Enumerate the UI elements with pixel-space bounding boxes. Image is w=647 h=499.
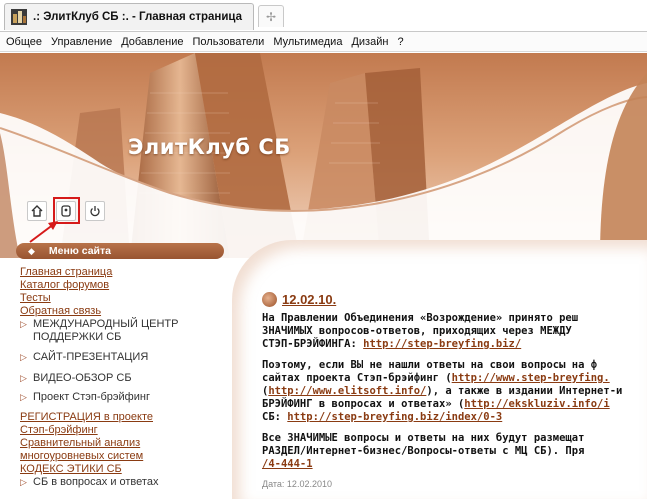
nav-link-feedback[interactable]: Обратная связь	[20, 305, 230, 318]
menu-help[interactable]: ?	[397, 36, 403, 48]
news-date-row: 12.02.10.	[262, 292, 647, 307]
tab-main[interactable]: .: ЭлитКлуб СБ :. - Главная страница	[4, 3, 254, 30]
menu-users[interactable]: Пользователи	[193, 36, 265, 48]
news-text: сайтах проекта Стэп-брэйфинг (	[262, 372, 452, 384]
nav-section-project[interactable]: ▷ Проект Стэп-брэйфинг	[20, 391, 230, 404]
menu-general[interactable]: Общее	[6, 36, 42, 48]
menu-multimedia[interactable]: Мультимедиа	[273, 36, 342, 48]
site-favicon-icon	[11, 9, 27, 25]
nav-link-home[interactable]: Главная страница	[20, 266, 230, 279]
news-text: Поэтому, если ВЫ не нашли ответы на свои…	[262, 359, 598, 371]
site-menu-label: Меню сайта	[48, 245, 111, 257]
news-paragraph-1: На Правлении Объединения «Возрождение» п…	[262, 312, 647, 351]
nav-link-tests[interactable]: Тесты	[20, 292, 230, 305]
news-link[interactable]: http://www.elitsoft.info/	[268, 385, 426, 397]
site-menu-header: ◆ Меню сайта	[16, 243, 224, 259]
logout-button[interactable]	[85, 201, 105, 221]
news-text: БРЭЙФИНГ в вопросах и ответах» (	[262, 398, 465, 410]
news-link[interactable]: /4-444-1	[262, 458, 313, 470]
menu-bar: Общее Управление Добавление Пользователи…	[0, 32, 647, 52]
nav-link-forums[interactable]: Каталог форумов	[20, 279, 230, 292]
triangle-right-icon: ▷	[20, 373, 27, 383]
news-text: ), а также в издании Интернет-и	[426, 385, 623, 397]
nav-link-comparison[interactable]: Сравнительный анализ	[20, 437, 230, 450]
tab-strip: .: ЭлитКлуб СБ :. - Главная страница ✢	[0, 0, 647, 32]
nav-section-presentation[interactable]: ▷ САЙТ-ПРЕЗЕНТАЦИЯ	[20, 351, 230, 364]
news-paragraph-2: Поэтому, если ВЫ не нашли ответы на свои…	[262, 359, 623, 423]
news-text: Все ЗНАЧИМЫЕ вопросы и ответы на них буд…	[262, 432, 585, 444]
power-icon	[90, 206, 100, 217]
site-nav: Главная страница Каталог форумов Тесты О…	[20, 266, 230, 489]
news-meta: Дата: 12.02.2010	[262, 479, 332, 489]
browser-window: .: ЭлитКлуб СБ :. - Главная страница ✢ О…	[0, 0, 647, 499]
nav-link-registration[interactable]: РЕГИСТРАЦИЯ в проекте	[20, 411, 230, 424]
menu-add[interactable]: Добавление	[121, 36, 183, 48]
news-link[interactable]: http://ekskluziv.info/i	[464, 398, 609, 410]
news-date-link[interactable]: 12.02.10.	[282, 292, 336, 307]
nav-link-step-briefing[interactable]: Стэп-брэйфинг	[20, 424, 230, 437]
nav-section-label: САЙТ-ПРЕЗЕНТАЦИЯ	[33, 351, 149, 363]
news-text: На Правлении Объединения «Возрождение» п…	[262, 312, 579, 324]
header-banner: ЭлитКлуб СБ	[0, 53, 647, 258]
menu-design[interactable]: Дизайн	[351, 36, 388, 48]
news-text: ЗНАЧИМЫХ вопросов-ответов, приходящих че…	[262, 325, 572, 337]
menu-manage[interactable]: Управление	[51, 36, 112, 48]
menu-bullet-icon: ◆	[28, 245, 35, 256]
nav-section-label: ПОДДЕРЖКИ СБ	[33, 331, 122, 343]
news-text: СБ:	[262, 411, 288, 423]
annotation-arrow-icon	[29, 221, 58, 243]
news-bullet-icon	[262, 292, 277, 307]
triangle-right-icon: ▷	[20, 477, 27, 487]
nav-section-label: ВИДЕО-ОБЗОР СБ	[33, 372, 132, 384]
nav-section-label: СБ в вопросах и ответах	[33, 476, 159, 488]
plus-icon: ✢	[265, 9, 277, 24]
triangle-right-icon: ▷	[20, 352, 27, 362]
triangle-right-icon: ▷	[20, 319, 27, 329]
nav-section-video[interactable]: ▷ ВИДЕО-ОБЗОР СБ	[20, 372, 230, 385]
nav-link-multilevel[interactable]: многоуровневых систем	[20, 450, 230, 463]
news-link[interactable]: http://step-breyfing.biz/index/0-3	[287, 411, 502, 423]
news-link[interactable]: http://step-breyfing.biz/	[363, 338, 521, 350]
tab-title: .: ЭлитКлуб СБ :. - Главная страница	[33, 11, 243, 23]
news-entry: 12.02.10. На Правлении Объединения «Возр…	[262, 292, 647, 489]
news-paragraph-3: Все ЗНАЧИМЫЕ вопросы и ответы на них буд…	[262, 432, 647, 471]
news-link[interactable]: http://www.step-breyfing.	[452, 372, 610, 384]
new-tab-button[interactable]: ✢	[258, 5, 284, 27]
nav-section-intl-center[interactable]: ▷ МЕЖДУНАРОДНЫЙ ЦЕНТР ПОДДЕРЖКИ СБ	[20, 318, 230, 344]
news-text: РАЗДЕЛ/Интернет-бизнес/Вопросы-ответы с …	[262, 445, 585, 457]
site-title: ЭлитКлуб СБ	[128, 135, 291, 159]
triangle-right-icon: ▷	[20, 392, 27, 402]
home-icon	[31, 205, 43, 217]
news-text: СТЭП-БРЭЙФИНГА:	[262, 338, 364, 350]
banner-graphic	[0, 53, 647, 258]
nav-section-label: Проект Стэп-брэйфинг	[33, 391, 150, 403]
nav-section-label: МЕЖДУНАРОДНЫЙ ЦЕНТР	[33, 318, 179, 330]
nav-link-ethics-code[interactable]: КОДЕКС ЭТИКИ СБ	[20, 463, 230, 476]
nav-section-qa[interactable]: ▷ СБ в вопросах и ответах	[20, 476, 230, 489]
